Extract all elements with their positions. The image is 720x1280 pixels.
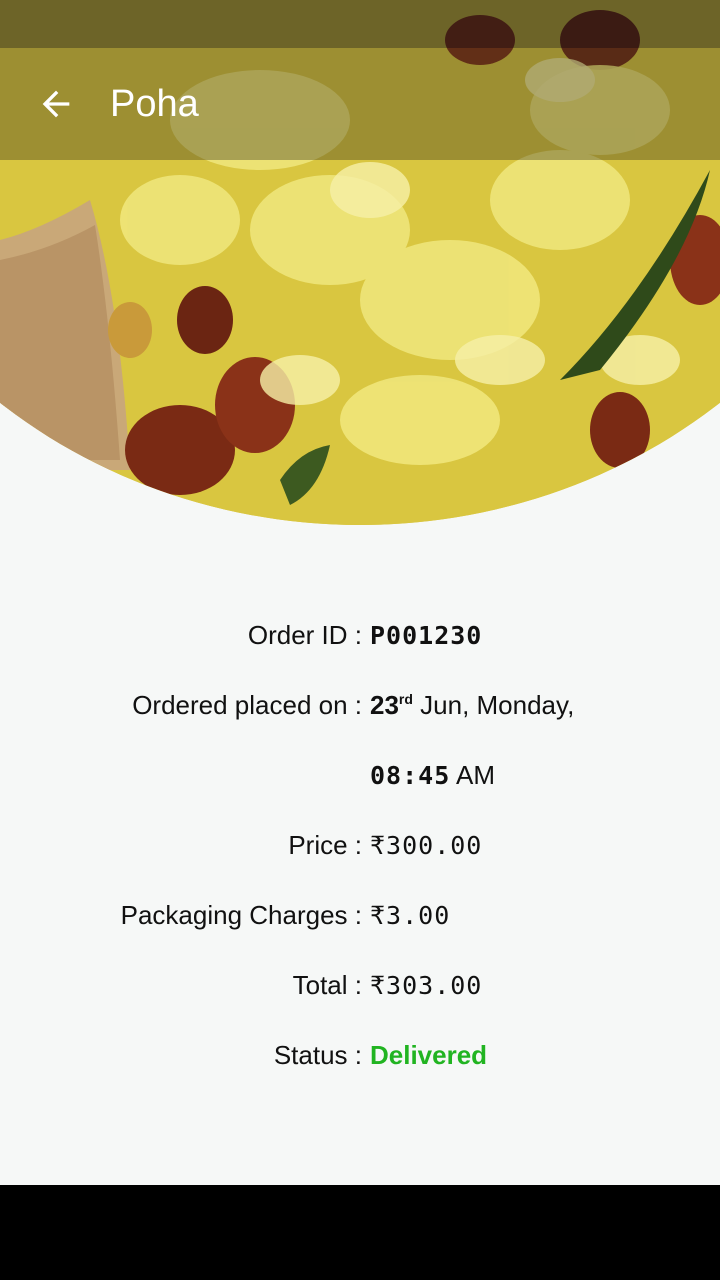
back-button[interactable]: [0, 48, 112, 160]
placed-on-label: Ordered placed on :: [132, 689, 362, 720]
order-id-value: P001230: [370, 620, 483, 650]
packaging-value: ₹3.00: [370, 900, 451, 930]
arrow-left-icon: [42, 90, 70, 118]
placed-day: 23: [370, 689, 399, 720]
status-label: Status :: [273, 1039, 362, 1070]
placed-on-date: 23rd Jun, Monday,: [362, 690, 574, 721]
price-label: Price :: [288, 829, 362, 860]
total-label: Total :: [292, 969, 362, 1000]
placed-ampm: AM: [450, 759, 496, 790]
app-bar: Poha: [0, 48, 720, 160]
order-details: Order ID : P001230 Ordered placed on : 2…: [0, 600, 720, 1090]
placed-date-rest: Jun, Monday,: [412, 689, 575, 720]
price-value: ₹300.00: [370, 830, 483, 860]
placed-on-row: Ordered placed on : 23rd Jun, Monday,: [0, 670, 720, 740]
status-badge: Delivered: [370, 1039, 488, 1070]
system-nav-bar: [0, 1185, 720, 1280]
order-id-label: Order ID :: [247, 619, 362, 650]
packaging-row: Packaging Charges : ₹3.00: [0, 880, 720, 950]
total-row: Total : ₹303.00: [0, 950, 720, 1020]
status-bar: [0, 0, 720, 48]
page-title: Poha: [110, 82, 199, 125]
price-row: Price : ₹300.00: [0, 810, 720, 880]
placed-time-row: 08:45 AM: [0, 740, 720, 810]
total-value: ₹303.00: [370, 970, 483, 1000]
placed-time: 08:45: [370, 760, 451, 790]
status-row: Status : Delivered: [0, 1020, 720, 1090]
order-id-row: Order ID : P001230: [0, 600, 720, 670]
placed-day-suffix: rd: [398, 690, 413, 707]
order-detail-screen: Poha Order ID : P001230 Ordered placed o…: [0, 0, 720, 1280]
packaging-label: Packaging Charges :: [120, 899, 362, 930]
placed-on-time: 08:45 AM: [362, 760, 495, 791]
